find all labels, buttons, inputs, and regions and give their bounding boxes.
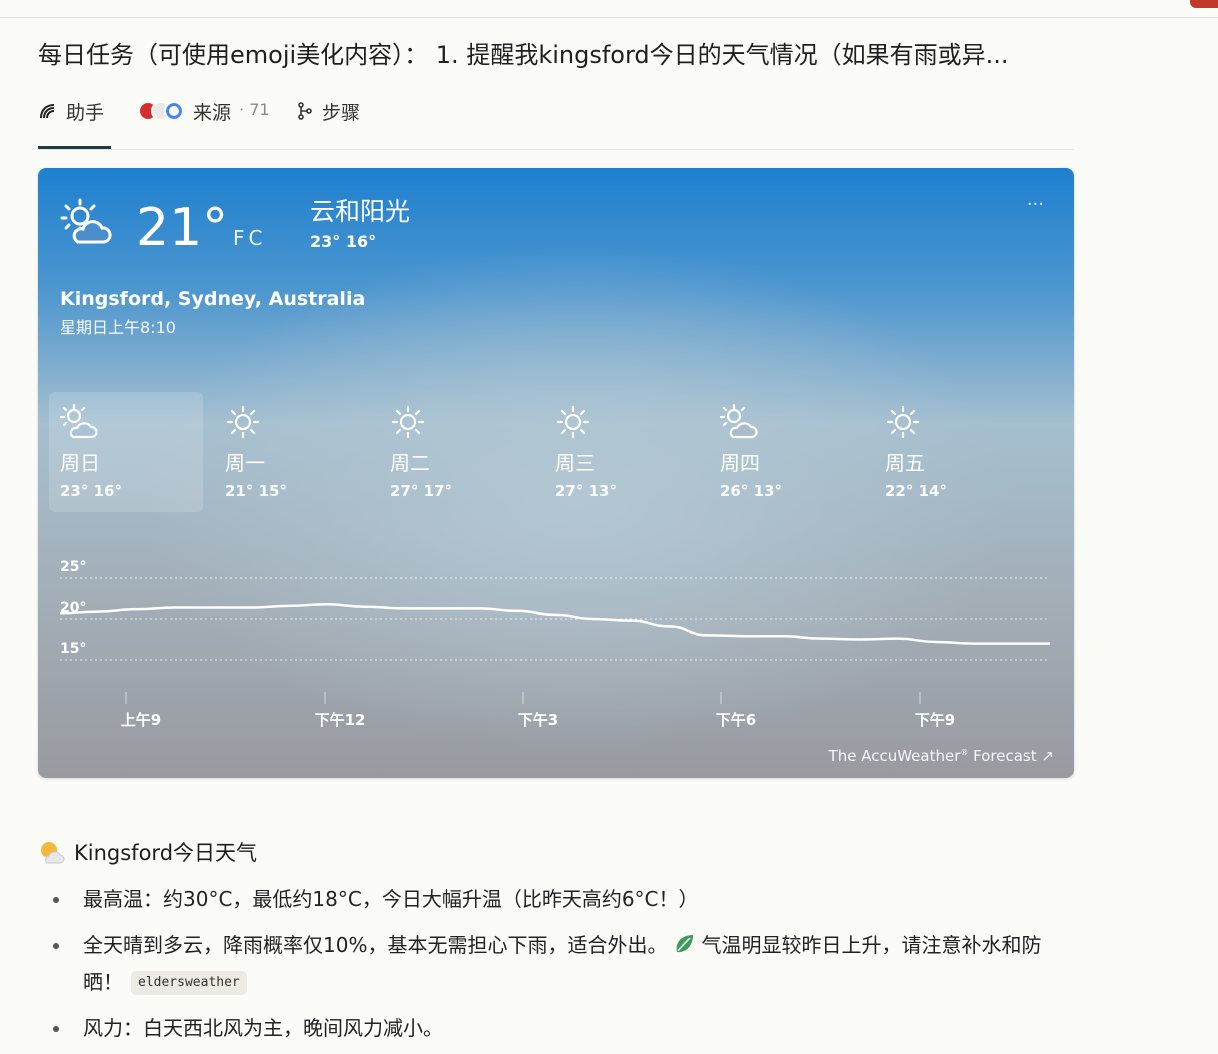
forecast-day-high-low: 26° 13°: [720, 482, 782, 500]
tab-sources-count: · 71: [239, 100, 270, 119]
forecast-day[interactable]: 周三 27° 13°: [544, 392, 698, 512]
current-high-low: 23° 16°: [310, 232, 377, 251]
bullet-text: 风力：白天西北风为主，晚间风力减小。: [83, 1016, 443, 1040]
forecast-day[interactable]: 周一 21° 15°: [214, 392, 368, 512]
tab-sources[interactable]: 来源 · 71: [138, 92, 270, 148]
source-tag[interactable]: eldersweather: [131, 971, 247, 995]
partly-cloudy-icon: [720, 403, 758, 439]
bullet-text: 最高温：约30°C，最低约18°C，今日大幅升温（比昨天高约6°C！）: [83, 887, 699, 911]
registered-mark: ®: [960, 748, 969, 757]
leaf-icon: [677, 935, 694, 953]
temperature-series-line: [59, 602, 1050, 645]
forecast-day[interactable]: 周二 27° 17°: [379, 392, 533, 512]
notification-badge[interactable]: [1190, 0, 1218, 8]
google-logo-icon: [164, 101, 184, 121]
forecast-day[interactable]: 周五 22° 14°: [874, 392, 1028, 512]
list-item: 最高温：约30°C，最低约18°C，今日大幅升温（比昨天高约6°C！）: [38, 881, 1078, 918]
list-item: 风力：白天西北风为主，晚间风力减小。: [38, 1010, 1078, 1047]
weather-location: Kingsford, Sydney, Australia: [60, 288, 366, 310]
forecast-day-high-low: 21° 15°: [225, 482, 287, 500]
forecast-day-name: 周五: [885, 451, 925, 475]
unit-switch: FC: [233, 226, 266, 250]
forecast-day-name: 周日: [60, 451, 100, 475]
chart-x-tick-label: 下午3: [518, 711, 558, 728]
query-title: 每日任务（可使用emoji美化内容）： 1. 提醒我kingsford今日的天气…: [38, 41, 1009, 69]
unit-fahrenheit[interactable]: F: [233, 226, 249, 250]
forecast-day-name: 周三: [555, 451, 595, 475]
assistant-icon: [40, 104, 55, 119]
forecast-day-high-low: 27° 17°: [390, 482, 452, 500]
source-logos: [138, 101, 184, 121]
current-temperature: 21°: [136, 198, 229, 258]
tab-steps[interactable]: 步骤: [296, 92, 360, 148]
accuweather-link[interactable]: The AccuWeather® Forecast ↗: [829, 747, 1054, 765]
weather-widget: 21° FC 云和阳光 23° 16° ··· Kingsford, Sydne…: [38, 168, 1074, 778]
steps-icon: [298, 102, 312, 120]
top-divider: [0, 17, 1218, 18]
unit-celsius[interactable]: C: [249, 226, 267, 250]
hourly-temperature-chart: 25°20°15°上午9 下午12 下午3 下午6 下午9: [59, 559, 1050, 728]
tab-assistant-label: 助手: [66, 102, 105, 124]
sun-icon: [886, 405, 920, 439]
partly-cloudy-icon: [60, 403, 98, 439]
weather-condition: 云和阳光: [310, 197, 411, 226]
forecast-day-name: 周四: [720, 451, 760, 475]
sun-icon: [226, 405, 260, 439]
forecast-day-high-low: 22° 14°: [885, 482, 947, 500]
sun-icon: [391, 405, 425, 439]
chart-x-tick-label: 下午12: [315, 711, 366, 728]
accuweather-label: The AccuWeather: [828, 747, 961, 765]
accuweather-suffix: Forecast: [973, 747, 1037, 765]
forecast-day[interactable]: 周日 23° 16°: [49, 392, 203, 512]
forecast-day[interactable]: 周四 26° 13°: [709, 392, 863, 512]
sun-behind-cloud-icon: [41, 841, 65, 863]
bullet-text: 全天晴到多云，降雨概率仅10%，基本无需担心下雨，适合外出。: [83, 933, 668, 957]
forecast-day-high-low: 23° 16°: [60, 482, 122, 500]
chart-x-tick-label: 下午6: [716, 711, 756, 728]
answer-bullets: 最高温：约30°C，最低约18°C，今日大幅升温（比昨天高约6°C！） 全天晴到…: [38, 881, 1078, 1047]
answer-heading-text: Kingsford今日天气: [74, 841, 258, 865]
chart-y-tick-label: 15°: [60, 641, 86, 657]
chart-x-tick-label: 上午9: [121, 711, 161, 728]
list-item: 全天晴到多云，降雨概率仅10%，基本无需担心下雨，适合外出。 气温明显较昨日上升，…: [38, 927, 1078, 1001]
forecast-day-high-low: 27° 13°: [555, 482, 617, 500]
answer-heading: Kingsford今日天气: [38, 832, 1078, 872]
tab-sources-label: 来源: [193, 102, 232, 124]
tab-steps-label: 步骤: [322, 102, 361, 124]
weather-datetime: 星期日上午8:10: [60, 318, 176, 337]
chart-x-tick-label: 下午9: [915, 711, 955, 728]
result-tabs: 助手 来源 · 71 步骤: [38, 92, 1074, 150]
more-options-button[interactable]: ···: [1027, 194, 1044, 215]
forecast-day-name: 周一: [225, 451, 265, 475]
external-link-icon: ↗: [1041, 747, 1054, 765]
answer-section: Kingsford今日天气 最高温：约30°C，最低约18°C，今日大幅升温（比…: [38, 832, 1078, 1047]
partly-cloudy-icon: [60, 198, 112, 244]
forecast-day-name: 周二: [390, 451, 430, 475]
sun-icon: [556, 405, 590, 439]
tab-assistant[interactable]: 助手: [38, 92, 111, 149]
chart-y-tick-label: 25°: [60, 559, 86, 575]
